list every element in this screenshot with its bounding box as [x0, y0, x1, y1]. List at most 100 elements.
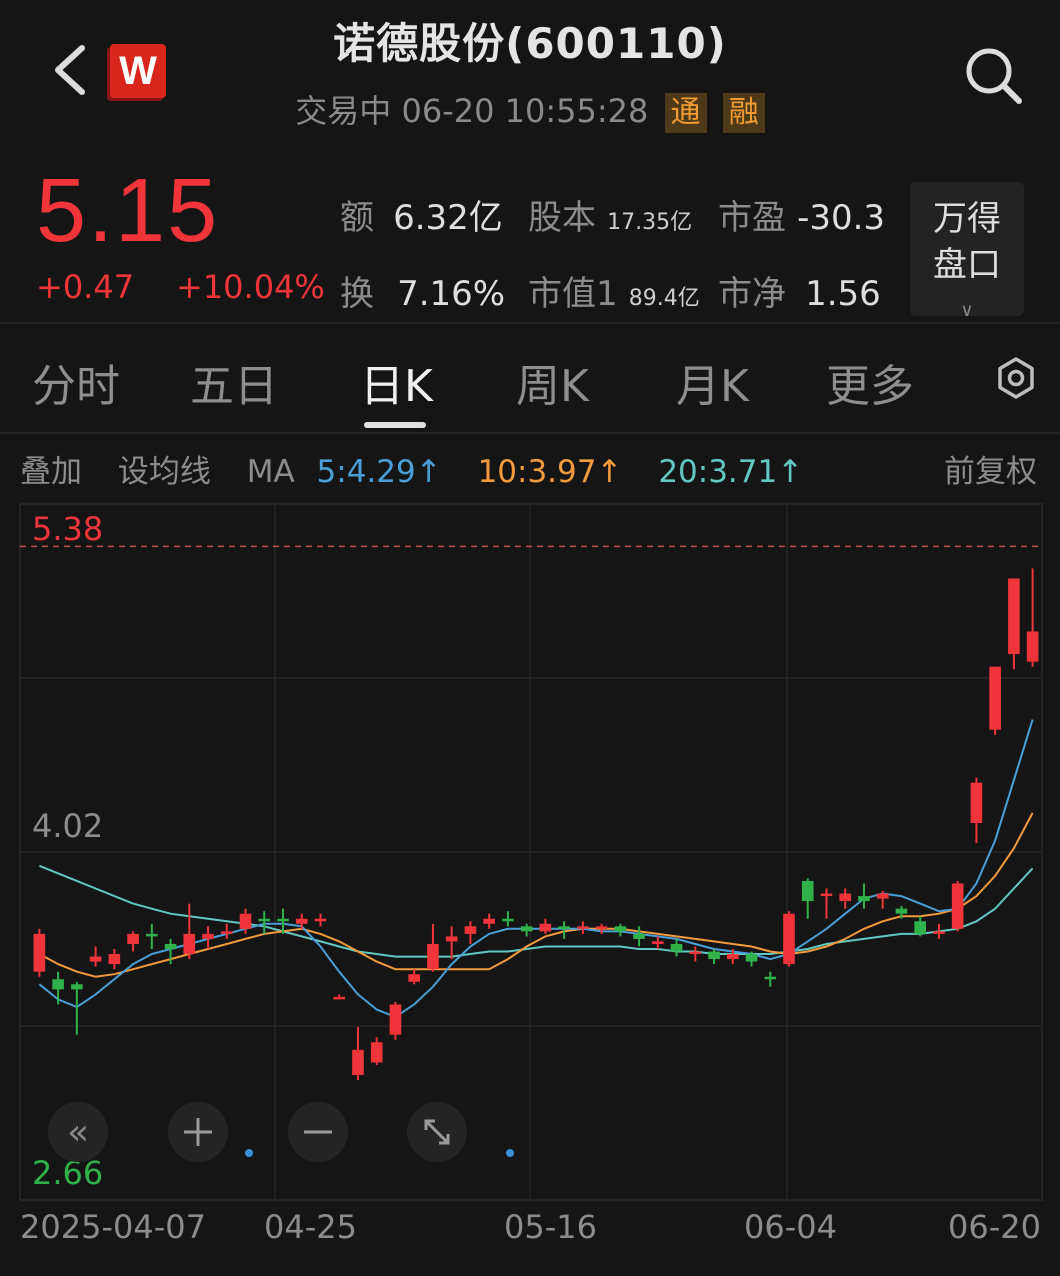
candle-body: [445, 936, 458, 942]
candle-body: [52, 979, 64, 990]
wind-pankou-button[interactable]: 万得 盘口 ∨: [910, 182, 1024, 321]
candle-body: [652, 941, 664, 944]
ma5-line: [38, 719, 1034, 1019]
pankou-line2: 盘口: [933, 245, 1001, 285]
candle-body: [183, 933, 196, 955]
turnover-value: 7.16%: [397, 274, 506, 314]
candle-body: [764, 976, 777, 980]
turnover-label: 换: [340, 274, 374, 314]
candle-body: [277, 918, 289, 922]
stat-pb: 市净 1.56: [718, 266, 881, 315]
candle-body: [33, 933, 46, 972]
candle-body: [220, 931, 233, 934]
x-tick-label: 05-16: [504, 1208, 597, 1246]
candle-body: [558, 926, 570, 929]
candle-body: [1026, 631, 1039, 662]
x-tick-label: 04-25: [264, 1208, 357, 1246]
tab-monthly-k[interactable]: 月K: [676, 350, 749, 414]
candle-body: [745, 954, 758, 962]
candle-body: [839, 893, 852, 902]
tab-weekly-k[interactable]: 周K: [516, 350, 589, 414]
price-change-pct: +10.04%: [176, 268, 325, 306]
search-icon[interactable]: [962, 44, 1024, 106]
candle-body: [389, 1004, 402, 1035]
tong-badge: 通: [664, 93, 707, 133]
candle-body: [108, 954, 121, 965]
candle-body: [520, 926, 533, 932]
tab-more[interactable]: 更多: [826, 350, 914, 414]
price-change: +0.47: [36, 268, 135, 306]
expand-icon[interactable]: [407, 1102, 467, 1162]
candle-body: [333, 996, 346, 1000]
settings-icon[interactable]: [994, 356, 1038, 400]
candle-body: [670, 943, 683, 952]
candle-body: [726, 954, 739, 960]
last-price: 5.15: [36, 161, 220, 261]
candle-body: [164, 943, 177, 949]
pe-value: -30.3: [797, 198, 886, 238]
tab-five-day[interactable]: 五日: [190, 350, 278, 414]
pb-value: 1.56: [805, 274, 881, 314]
y-mid-label: 4.02: [32, 807, 103, 845]
indicator-dot: [506, 1149, 514, 1157]
pb-label: 市净: [718, 274, 786, 314]
amount-value: 6.32亿: [393, 198, 503, 238]
candle-body: [689, 951, 702, 955]
candle-body: [89, 956, 102, 962]
candle-body: [876, 893, 889, 899]
candle-body: [633, 933, 645, 939]
candle-body: [314, 918, 327, 922]
candle-body: [464, 926, 477, 934]
candle-body: [370, 1042, 383, 1063]
tab-daily-k[interactable]: 日K: [360, 350, 433, 414]
ma5-value: 5:4.29↑: [316, 454, 442, 490]
stat-equity: 股本 17.35亿: [528, 190, 692, 239]
candle-body: [820, 893, 833, 897]
stat-turnover: 换 7.16%: [340, 266, 505, 315]
x-tick-label: 06-04: [744, 1208, 837, 1246]
equity-label: 股本: [528, 198, 596, 238]
active-tab-indicator: [364, 422, 426, 428]
candle-body: [502, 918, 514, 922]
zoom-out-button[interactable]: [288, 1102, 348, 1162]
ma-bar: 叠加 设均线 MA 5:4.29↑ 10:3.97↑ 20:3.71↑: [20, 446, 829, 491]
candles: [33, 568, 1039, 1081]
candle-body: [933, 931, 945, 934]
candle-body: [577, 926, 589, 929]
candle-body: [202, 933, 214, 939]
svg-text:«: «: [67, 1112, 89, 1153]
overlay-button[interactable]: 叠加: [20, 454, 82, 490]
pankou-line1: 万得: [933, 199, 1001, 239]
pe-label: 市盈: [718, 198, 786, 238]
candle-body: [708, 951, 720, 960]
status-text: 交易中 06-20 10:55:28: [295, 92, 649, 130]
chart-grid: [19, 503, 1043, 1201]
ma20-value: 20:3.71↑: [658, 454, 804, 490]
candle-body: [970, 782, 983, 823]
zoom-in-button[interactable]: [168, 1102, 228, 1162]
chevron-down-icon: ∨: [960, 300, 974, 321]
candle-body: [352, 1049, 364, 1076]
candle-body: [127, 933, 139, 944]
candle-body: [427, 943, 439, 970]
stat-amount: 额 6.32亿: [340, 190, 503, 239]
indicator-dot: [245, 1149, 253, 1157]
adjust-mode-button[interactable]: 前复权: [944, 446, 1037, 491]
candle-body: [595, 926, 608, 929]
x-tick-label: 2025-04-07: [20, 1208, 206, 1246]
candle-body: [483, 918, 495, 924]
tab-intraday[interactable]: 分时: [32, 350, 120, 414]
stat-pe: 市盈 -30.3: [718, 190, 885, 239]
candle-body: [951, 883, 964, 929]
equity-value: 17.35亿: [607, 210, 693, 235]
candle-body: [1008, 578, 1020, 655]
trading-status: 交易中 06-20 10:55:28 通 融: [0, 86, 1060, 133]
candle-body: [783, 913, 795, 965]
scroll-left-button[interactable]: «: [48, 1102, 108, 1162]
set-ma-button[interactable]: 设均线: [118, 454, 211, 490]
candle-body: [239, 913, 252, 929]
divider: [0, 322, 1060, 324]
x-tick-label: 06-20: [948, 1208, 1041, 1246]
candle-body: [614, 926, 627, 932]
kline-chart[interactable]: 5.38 4.02 2.66 «: [0, 496, 1060, 1276]
